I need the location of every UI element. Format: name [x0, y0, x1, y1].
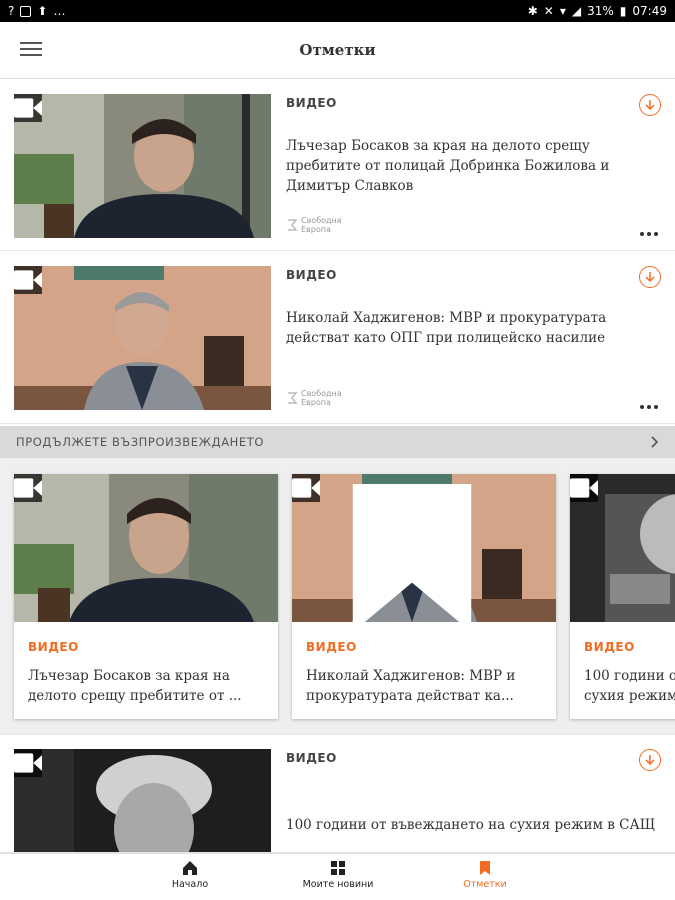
wifi-icon: ▾ [559, 4, 566, 18]
more-options-icon[interactable] [640, 232, 658, 236]
continue-playback-carousel[interactable]: ВИДЕО Лъчезар Босаков за края на делото … [0, 458, 675, 734]
chevron-right-icon[interactable] [651, 433, 659, 452]
video-thumbnail [14, 474, 278, 622]
category-label: ВИДЕО [286, 96, 337, 110]
bluetooth-icon: ✱ [527, 4, 538, 18]
headline[interactable]: Лъчезар Босаков за края на делото срещу … [286, 136, 656, 196]
category-label: ВИДЕО [286, 751, 337, 765]
home-icon [183, 861, 197, 875]
bookmark-icon[interactable] [292, 484, 544, 622]
card-title: 100 години от въвеждането на сухия режим… [584, 668, 675, 704]
nav-bookmarks[interactable]: Отметки [425, 860, 545, 890]
video-card[interactable]: ВИДЕО Николай Хаджигенов: МВР и прокурат… [292, 474, 556, 719]
video-camera-icon [570, 474, 598, 502]
battery-icon: ▮ [619, 4, 627, 18]
grid-icon [331, 861, 345, 875]
video-thumbnail [292, 474, 556, 622]
download-icon[interactable] [639, 266, 661, 288]
download-icon[interactable] [639, 749, 661, 771]
card-title: Лъчезар Босаков за края на делото срещу … [28, 668, 242, 704]
source-name: Свободна Европа [301, 216, 342, 234]
mute-icon: ✕ [543, 4, 554, 18]
card-title: Николай Хаджигенов: МВР и прокуратурата … [306, 668, 516, 704]
clock: 07:49 [632, 4, 667, 18]
list-item[interactable]: ВИДЕО Лъчезар Босаков за края на делото … [0, 80, 675, 251]
video-thumbnail[interactable] [14, 749, 271, 852]
list-item[interactable]: ВИДЕО 100 години от въвеждането на сухия… [0, 734, 675, 853]
question-icon: ? [8, 4, 15, 18]
nav-bookmarks-label: Отметки [463, 879, 507, 890]
category-label: ВИДЕО [584, 640, 635, 654]
video-camera-icon [14, 266, 42, 294]
nav-home[interactable]: Начало [130, 860, 250, 890]
page-title: Отметки [299, 41, 376, 59]
source-logo: Свободна Европа [286, 216, 342, 234]
video-card[interactable]: ВИДЕО Лъчезар Босаков за края на делото … [14, 474, 278, 719]
upload-icon: ⬆ [37, 4, 48, 18]
video-thumbnail[interactable] [14, 266, 271, 410]
video-thumbnail[interactable] [14, 94, 271, 238]
hamburger-menu-icon[interactable] [20, 42, 42, 58]
category-label: ВИДЕО [286, 268, 337, 282]
download-icon[interactable] [639, 94, 661, 116]
source-logo: Свободна Европа [286, 389, 342, 407]
more-options-icon[interactable] [640, 405, 658, 409]
status-bar: ? ⬆ … ✱ ✕ ▾ ◢ 31% ▮ 07:49 [0, 0, 675, 22]
video-thumbnail [570, 474, 675, 622]
image-icon [20, 5, 32, 17]
video-camera-icon [14, 749, 42, 777]
more-notifications-icon: … [53, 4, 66, 18]
nav-my-news[interactable]: Моите новини [278, 860, 398, 890]
nav-home-label: Начало [171, 879, 209, 890]
category-label: ВИДЕО [306, 640, 357, 654]
bottom-navigation: Начало Моите новини Отметки [0, 853, 675, 900]
headline[interactable]: Николай Хаджигенов: МВР и прокуратурата … [286, 308, 656, 348]
nav-my-news-label: Моите новини [302, 879, 374, 890]
list-item[interactable]: ВИДЕО Николай Хаджигенов: МВР и прокурат… [0, 252, 675, 424]
source-name: Свободна Европа [301, 389, 342, 407]
app-bar: Отметки [0, 22, 675, 79]
bookmark-icon [480, 861, 490, 875]
signal-icon: ◢ [571, 4, 582, 18]
video-camera-icon [14, 94, 42, 122]
video-card[interactable]: ВИДЕО 100 години от въвеждането на сухия… [570, 474, 675, 719]
continue-playback-label: ПРОДЪЛЖЕТЕ ВЪЗПРОИЗВЕЖДАНЕТО [16, 435, 265, 449]
category-label: ВИДЕО [28, 640, 79, 654]
battery-level: 31% [587, 4, 614, 18]
headline[interactable]: 100 години от въвеждането на сухия режим… [286, 815, 656, 835]
continue-playback-header[interactable]: ПРОДЪЛЖЕТЕ ВЪЗПРОИЗВЕЖДАНЕТО [0, 426, 675, 458]
video-camera-icon [14, 474, 42, 502]
